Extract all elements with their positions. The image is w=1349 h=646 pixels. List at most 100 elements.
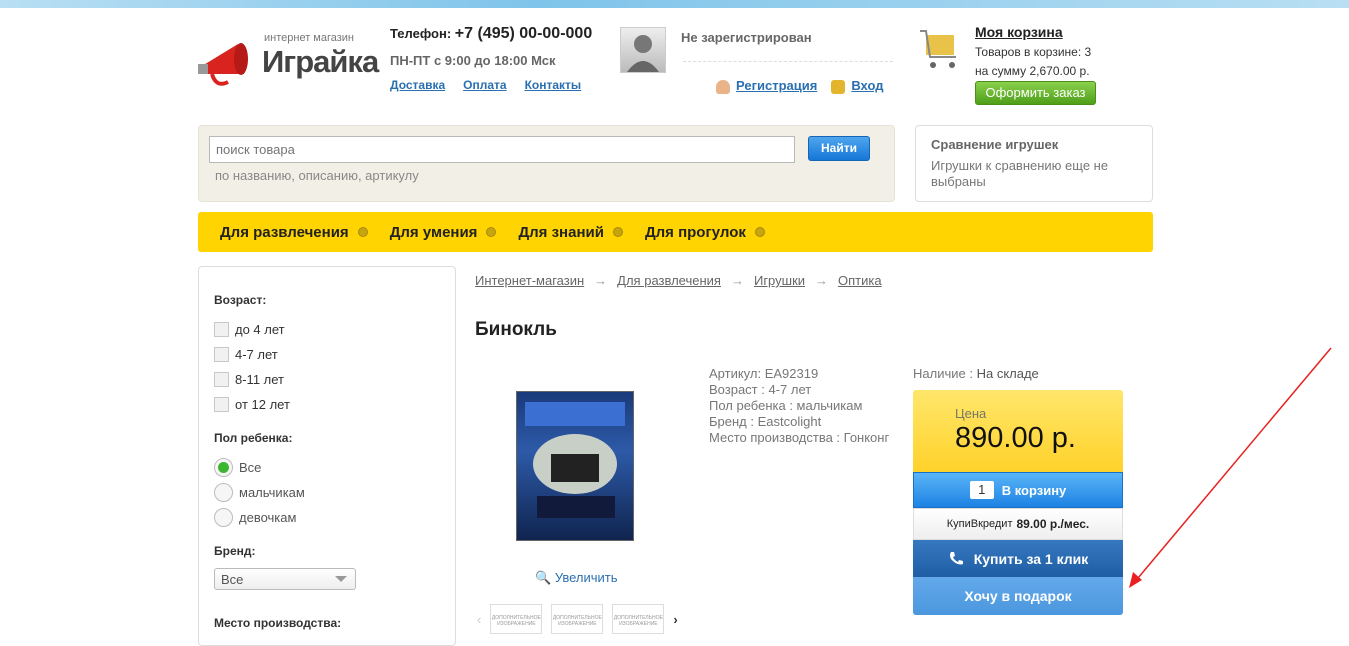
register-link[interactable]: Регистрация (736, 78, 817, 93)
filter-gender-option[interactable]: Все (214, 455, 440, 480)
breadcrumb-link[interactable]: Для развлечения (617, 273, 721, 288)
chevron-right-icon[interactable]: › (673, 612, 677, 627)
filter-age-label: Возраст: (214, 293, 267, 307)
breadcrumb-link[interactable]: Оптика (838, 273, 882, 288)
price-value: 890.00 р. (955, 422, 1076, 454)
search-panel: Найти по названию, описанию, артикулу (198, 125, 895, 202)
filter-gender-option[interactable]: девочкам (214, 505, 440, 530)
nav-item-skills[interactable]: Для умения (390, 224, 497, 241)
checkbox[interactable] (214, 397, 229, 412)
logo-subtitle: интернет магазин (264, 32, 354, 44)
lock-icon (831, 79, 846, 94)
filter-brand-label: Бренд: (214, 544, 256, 558)
filter-origin-label: Место производства: (214, 616, 342, 630)
checkout-button[interactable]: Оформить заказ (975, 81, 1096, 105)
option-label: мальчикам (239, 485, 305, 500)
chevron-left-icon[interactable]: ‹ (477, 612, 481, 627)
megaphone-icon (198, 43, 248, 86)
radio[interactable] (214, 508, 233, 527)
arrow-right-icon: → (815, 273, 829, 288)
arrow-right-icon: → (594, 273, 608, 288)
filter-age-option[interactable]: до 4 лет (214, 317, 440, 342)
cart-sum: на сумму 2,670.00 р. (975, 64, 1090, 78)
nav-label: Для прогулок (644, 223, 746, 241)
brand-select[interactable]: Все (214, 568, 356, 590)
availability: Наличие : На складе (913, 366, 1039, 381)
cart-summary: Моя корзина Товаров в корзине: 3 на сумм… (975, 23, 1091, 81)
contact-block: Телефон: +7 (495) 00-00-000 ПН-ПТ с 9:00… (390, 25, 592, 92)
radio[interactable] (214, 458, 233, 477)
checkbox[interactable] (214, 372, 229, 387)
link-contacts[interactable]: Контакты (525, 78, 582, 92)
magnifier-icon: 🔍 (535, 570, 552, 585)
nav-item-entertainment[interactable]: Для развлечения (220, 224, 368, 241)
credit-label: КупиВкредит (946, 518, 1013, 530)
page-title: Бинокль (475, 319, 557, 340)
binoculars-package-image (525, 402, 625, 518)
credit-offer[interactable]: КупиВкредит 89.00 р./мес. (913, 508, 1123, 540)
checkbox[interactable] (214, 347, 229, 362)
credit-value: 89.00 р./мес. (1016, 517, 1090, 531)
main-nav: Для развлечения Для умения Для знаний Дл… (198, 212, 1153, 252)
option-label: до 4 лет (235, 322, 285, 337)
user-silhouette-icon (627, 35, 659, 72)
chevron-down-icon (486, 227, 497, 237)
logo[interactable]: интернет магазин Играйка (198, 30, 379, 90)
zoom-label: Увеличить (554, 570, 618, 585)
zoom-link[interactable]: 🔍 Увеличить (535, 570, 618, 586)
buy-one-click-button[interactable]: Купить за 1 клик (913, 540, 1123, 577)
breadcrumb-link[interactable]: Интернет-магазин (475, 273, 584, 288)
arrow-right-icon: → (730, 273, 744, 288)
filter-gender-label: Пол ребенка: (214, 431, 293, 445)
link-delivery[interactable]: Доставка (390, 78, 445, 92)
option-label: 8-11 лет (235, 372, 285, 387)
user-icon (716, 79, 730, 94)
nav-item-knowledge[interactable]: Для знаний (518, 224, 623, 241)
option-label: девочкам (239, 510, 297, 525)
cart-title-link[interactable]: Моя корзина (975, 24, 1063, 40)
radio[interactable] (214, 483, 233, 502)
phone-label: Телефон: (390, 26, 452, 41)
divider (683, 61, 893, 62)
option-label: от 12 лет (235, 397, 290, 412)
quantity-field[interactable]: 1 (969, 481, 994, 499)
filter-age-option[interactable]: 4-7 лет (214, 342, 440, 367)
product-properties: Артикул: EA92319 Возраст : 4-7 лет Пол р… (709, 366, 889, 446)
availability-label: Наличие : (913, 366, 973, 381)
nav-item-walks[interactable]: Для прогулок (645, 224, 765, 241)
availability-value: На складе (976, 366, 1039, 381)
add-to-cart-label: В корзину (1001, 482, 1067, 498)
filter-gender-option[interactable]: мальчикам (214, 480, 440, 505)
nav-label: Для развлечения (220, 223, 349, 241)
user-status: Не зарегистрирован (681, 30, 812, 45)
price-label: Цена (955, 406, 987, 421)
chevron-down-icon (357, 227, 368, 237)
filter-age-option[interactable]: от 12 лет (214, 392, 440, 417)
work-hours: ПН-ПТ с 9:00 до 18:00 Мск (390, 53, 556, 68)
gift-wish-button[interactable]: Хочу в подарок (913, 577, 1123, 615)
search-input[interactable] (209, 136, 795, 163)
nav-label: Для знаний (518, 223, 604, 241)
compare-text: Игрушки к сравнению еще не выбраны (931, 158, 1109, 189)
link-payment[interactable]: Оплата (463, 78, 506, 92)
shopping-cart-icon (920, 30, 956, 68)
option-label: 4-7 лет (235, 347, 278, 362)
prop-brand: Бренд : Eastcolight (709, 414, 822, 429)
option-label: Все (239, 460, 262, 475)
price-box: Цена 890.00 р. (913, 390, 1123, 472)
nav-label: Для умения (389, 223, 478, 241)
filter-age-option[interactable]: 8-11 лет (214, 367, 440, 392)
checkbox[interactable] (214, 322, 229, 337)
login-link[interactable]: Вход (851, 78, 883, 93)
search-button[interactable]: Найти (808, 136, 870, 161)
phone-icon (949, 551, 963, 564)
prop-origin: Место производства : Гонконг (709, 430, 890, 445)
phone-number: +7 (495) 00-00-000 (454, 25, 593, 42)
add-to-cart-button[interactable]: 1 В корзину (913, 472, 1123, 508)
breadcrumb: Интернет-магазин → Для развлечения → Игруш… (475, 273, 882, 288)
filter-sidebar: Возраст: до 4 лет 4-7 лет 8-11 лет от 12… (198, 266, 456, 646)
cart-count: Товаров в корзине: 3 (975, 45, 1092, 59)
breadcrumb-link[interactable]: Игрушки (754, 273, 805, 288)
product-image[interactable] (516, 391, 634, 541)
compare-panel: Сравнение игрушек Игрушки к сравнению ещ… (915, 125, 1153, 202)
